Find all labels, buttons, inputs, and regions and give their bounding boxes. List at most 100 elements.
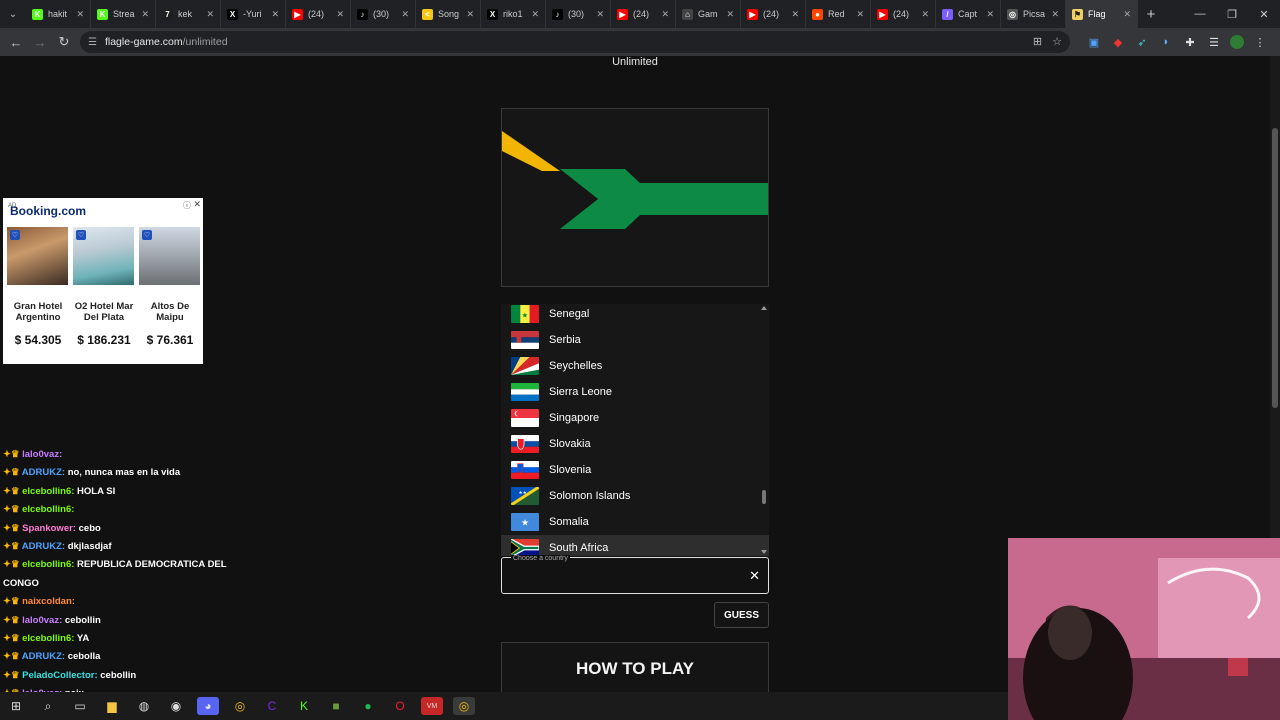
ad-close-icon[interactable]: ✕ — [193, 199, 201, 210]
obs-icon[interactable]: ◉ — [165, 697, 187, 715]
kick-icon[interactable]: K — [293, 697, 315, 715]
ad-hotel-card[interactable]: ♡ Gran Hotel Argentino $ 54.305 — [7, 227, 69, 359]
minecraft-icon[interactable]: ■ — [325, 697, 347, 715]
chat-username[interactable]: Spankower: — [22, 523, 76, 534]
heart-icon[interactable]: ♡ — [10, 230, 20, 240]
chat-username[interactable]: lalo0vaz: — [22, 449, 62, 460]
tab-24[interactable]: ▶ (24) ✕ — [871, 0, 936, 28]
chat-username[interactable]: ADRUKZ: — [22, 651, 65, 662]
close-icon[interactable]: ✕ — [1051, 9, 1059, 20]
close-icon[interactable]: ✕ — [661, 9, 669, 20]
tab-red[interactable]: ● Red ✕ — [806, 0, 871, 28]
tab-song[interactable]: < Song ✕ — [416, 0, 481, 28]
chat-username[interactable]: ADRUKZ: — [22, 541, 65, 552]
chat-username[interactable]: lalo0vaz: — [22, 615, 62, 626]
country-option-somalia[interactable]: ★ Somalia — [501, 509, 769, 535]
forward-button[interactable]: → — [28, 35, 52, 50]
chat-username[interactable]: elcebollin6: — [22, 559, 74, 570]
close-icon[interactable]: ✕ — [401, 9, 409, 20]
tab-30[interactable]: ♪ (30) ✕ — [546, 0, 611, 28]
new-tab-button[interactable]: + — [1138, 6, 1164, 23]
voicemeeter-icon[interactable]: VM — [421, 697, 443, 715]
country-option-slovenia[interactable]: Slovenia — [501, 457, 769, 483]
close-icon[interactable]: ✕ — [856, 9, 864, 20]
country-input[interactable]: Choose a country ✕ — [501, 555, 769, 594]
tab-24[interactable]: ▶ (24) ✕ — [741, 0, 806, 28]
start-icon[interactable]: ⊞ — [5, 697, 27, 715]
clear-input-icon[interactable]: ✕ — [749, 568, 760, 584]
country-option-slovakia[interactable]: Slovakia — [501, 431, 769, 457]
tab-gam[interactable]: ⌂ Gam ✕ — [676, 0, 741, 28]
close-icon[interactable]: ✕ — [726, 9, 734, 20]
file-explorer-icon[interactable]: ▆ — [101, 697, 123, 715]
back-button[interactable]: ← — [4, 35, 28, 50]
canva-icon[interactable]: C — [261, 697, 283, 715]
chat-username[interactable]: ADRUKZ: — [22, 467, 65, 478]
tab-yuri[interactable]: X -Yuri ✕ — [221, 0, 286, 28]
chat-username[interactable]: elcebollin6: — [22, 633, 74, 644]
ad-info-icon[interactable]: ⓘ — [183, 200, 191, 211]
chrome-active-icon[interactable]: ◎ — [453, 697, 475, 715]
extension-icon[interactable]: ◗ — [1158, 34, 1174, 50]
close-icon[interactable]: ✕ — [466, 9, 474, 20]
tab-strea[interactable]: K Strea ✕ — [91, 0, 156, 28]
reload-button[interactable]: ↻ — [52, 34, 76, 50]
chat-username[interactable]: elcebollin6: — [22, 504, 74, 515]
chat-username[interactable]: naixcoldan: — [22, 596, 75, 607]
country-option-seychelles[interactable]: Seychelles — [501, 353, 769, 379]
close-icon[interactable]: ✕ — [271, 9, 279, 20]
close-icon[interactable]: ✕ — [336, 9, 344, 20]
spotify-icon[interactable]: ● — [357, 697, 379, 715]
search-icon[interactable]: ⌕ — [37, 697, 59, 715]
tab-capt[interactable]: / Capt ✕ — [936, 0, 1001, 28]
country-option-sierra-leone[interactable]: Sierra Leone — [501, 379, 769, 405]
booking-ad[interactable]: AD Booking.com ⓘ ✕ ♡ Gran Hotel Argentino… — [3, 198, 203, 364]
scroll-up-arrow-icon[interactable] — [761, 306, 767, 310]
close-window-button[interactable]: ✕ — [1248, 8, 1280, 21]
close-icon[interactable]: ✕ — [76, 9, 84, 20]
close-icon[interactable]: ✕ — [791, 9, 799, 20]
close-icon[interactable]: ✕ — [206, 9, 214, 20]
ad-hotel-card[interactable]: ♡ O2 Hotel Mar Del Plata $ 186.231 — [73, 227, 135, 359]
extension-icon[interactable]: ➶ — [1134, 34, 1150, 50]
task-view-icon[interactable]: ▭ — [69, 697, 91, 715]
opera-icon[interactable]: O — [389, 697, 411, 715]
tab-active[interactable]: ⚑ Flag ✕ — [1066, 0, 1138, 28]
discord-icon[interactable]: ◕ — [197, 697, 219, 715]
menu-kebab-icon[interactable]: ⋮ — [1252, 34, 1268, 50]
profile-avatar[interactable] — [1230, 35, 1244, 49]
page-scroll-thumb[interactable] — [1272, 128, 1278, 408]
tab-24[interactable]: ▶ (24) ✕ — [611, 0, 676, 28]
country-option-solomon-islands[interactable]: ★★ Solomon Islands — [501, 483, 769, 509]
dropdown-scrollbar[interactable] — [759, 304, 769, 556]
close-icon[interactable]: ✕ — [141, 9, 149, 20]
tab-hakit[interactable]: Khakit ✕ — [26, 0, 91, 28]
steam-icon[interactable]: ◍ — [133, 697, 155, 715]
minimize-button[interactable]: — — [1184, 8, 1216, 20]
reading-list-icon[interactable]: ☰ — [1206, 34, 1222, 50]
guess-button[interactable]: GUESS — [714, 602, 769, 628]
tab-search-button[interactable]: ⌄ — [0, 0, 26, 28]
close-icon[interactable]: ✕ — [1123, 9, 1131, 20]
tab-24[interactable]: ▶ (24) ✕ — [286, 0, 351, 28]
country-option-singapore[interactable]: Singapore — [501, 405, 769, 431]
tab-kek[interactable]: 7 kek ✕ — [156, 0, 221, 28]
heart-icon[interactable]: ♡ — [142, 230, 152, 240]
close-icon[interactable]: ✕ — [986, 9, 994, 20]
url-input[interactable]: ☰ flagle-game.com/unlimited ⊞ ☆ — [80, 31, 1070, 53]
heart-icon[interactable]: ♡ — [76, 230, 86, 240]
extensions-puzzle-icon[interactable]: ✚ — [1182, 34, 1198, 50]
bookmark-star-icon[interactable]: ☆ — [1052, 35, 1062, 48]
maximize-button[interactable]: ❐ — [1216, 8, 1248, 21]
chat-username[interactable]: PeladoCollector: — [22, 670, 98, 681]
close-icon[interactable]: ✕ — [531, 9, 539, 20]
scroll-down-arrow-icon[interactable] — [761, 550, 767, 554]
country-option-serbia[interactable]: Serbia — [501, 327, 769, 353]
tab-30[interactable]: ♪ (30) ✕ — [351, 0, 416, 28]
country-option-senegal[interactable]: ★ Senegal — [501, 304, 769, 327]
tab-riko1[interactable]: Xriko1 ✕ — [481, 0, 546, 28]
site-info-icon[interactable]: ☰ — [88, 37, 97, 48]
extension-icon[interactable]: ▣ — [1086, 34, 1102, 50]
close-icon[interactable]: ✕ — [596, 9, 604, 20]
country-option-south-africa[interactable]: South Africa — [501, 535, 769, 556]
